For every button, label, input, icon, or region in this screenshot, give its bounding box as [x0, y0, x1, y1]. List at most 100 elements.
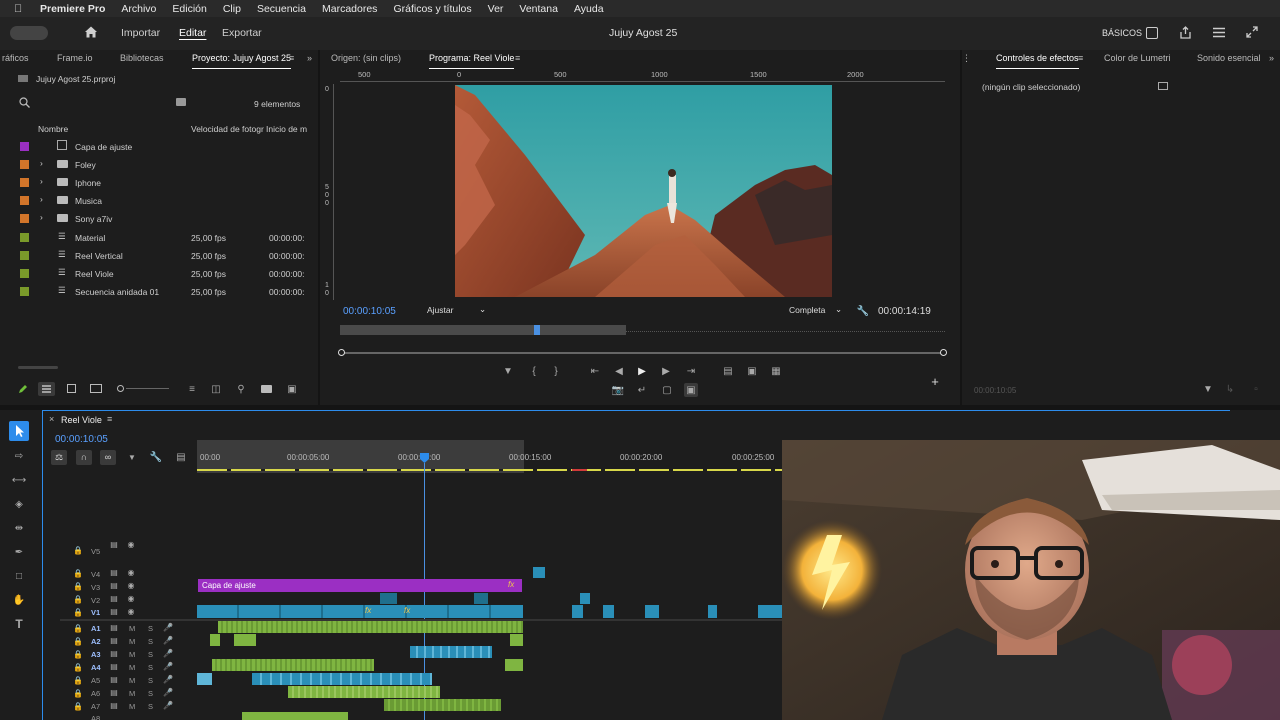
track-label-a7[interactable]: A7 — [91, 702, 100, 711]
monitor-playhead[interactable] — [534, 325, 540, 335]
mute-toggle[interactable]: M — [129, 663, 135, 672]
effects-more-icon[interactable]: » — [1269, 50, 1274, 67]
track-label-v2[interactable]: V2 — [91, 596, 100, 605]
label-color-swatch[interactable] — [20, 178, 29, 187]
track-lock-icon[interactable]: 🔒 — [73, 688, 83, 698]
microphone-icon[interactable]: 🎤 — [163, 687, 173, 697]
sync-lock-icon[interactable]: ▤ — [109, 567, 119, 577]
expand-chevron-icon[interactable]: › — [40, 194, 43, 204]
a5-clip[interactable] — [197, 673, 212, 685]
track-label-a4[interactable]: A4 — [91, 663, 101, 672]
a5-clip[interactable] — [252, 673, 432, 685]
a2-clip[interactable] — [234, 634, 256, 646]
timeline-marker-icon[interactable]: ▼ — [127, 452, 137, 462]
step-back-icon[interactable]: ◀ — [613, 365, 625, 377]
tab-sonido-esencial[interactable]: Sonido esencial — [1197, 50, 1261, 67]
track-lock-icon[interactable]: 🔒 — [73, 636, 83, 646]
mute-toggle[interactable]: M — [129, 689, 135, 698]
nav-importar[interactable]: Importar — [121, 17, 160, 50]
a8-clip[interactable] — [242, 712, 348, 720]
sync-lock-icon[interactable]: ▤ — [109, 661, 119, 671]
track-lock-icon[interactable]: 🔒 — [73, 607, 83, 617]
a3-clip[interactable] — [212, 659, 374, 671]
horizontal-scrollbar[interactable] — [18, 366, 58, 369]
timeline-timecode[interactable]: 00:00:10:05 — [55, 434, 108, 445]
track-select-tool-icon[interactable]: ⇨ — [11, 448, 27, 464]
fullscreen-icon[interactable] — [1246, 26, 1258, 38]
sync-lock-icon[interactable]: ▤ — [109, 622, 119, 632]
track-label-v4[interactable]: V4 — [91, 570, 100, 579]
mute-toggle[interactable]: M — [129, 637, 135, 646]
search-icon[interactable] — [19, 97, 30, 108]
razor-tool-icon[interactable]: ◈ — [11, 496, 27, 512]
tab-frameio[interactable]: Frame.io — [57, 50, 93, 67]
monitor-panel-menu-icon[interactable]: ≡ — [515, 50, 520, 67]
zoom-slider-track[interactable] — [126, 388, 169, 389]
tab-proyecto[interactable]: Proyecto: Jujuy Agost 25 — [192, 50, 292, 69]
timeline-settings-icon[interactable]: 🔧 — [150, 451, 162, 463]
workspace-icon[interactable] — [1146, 27, 1158, 39]
label-color-swatch[interactable] — [20, 196, 29, 205]
v1-clip[interactable] — [708, 605, 717, 618]
a3-clip[interactable] — [505, 659, 523, 671]
menu-ayuda[interactable]: Ayuda — [574, 3, 604, 15]
search-input[interactable] — [34, 95, 164, 109]
adjustment-layer-clip[interactable]: Capa de ajuste fx — [198, 579, 522, 592]
freeform-view-icon[interactable] — [90, 384, 102, 393]
menu-clip[interactable]: Clip — [223, 3, 241, 15]
mark-out-icon[interactable]: } — [551, 365, 561, 377]
go-to-out-icon[interactable]: ⇥ — [685, 365, 697, 377]
label-color-swatch[interactable] — [20, 142, 29, 151]
effects-overflow-icon[interactable]: ⋮ — [962, 50, 971, 67]
go-to-in-icon[interactable]: ⇤ — [589, 365, 601, 377]
track-label-v3[interactable]: V3 — [91, 583, 100, 592]
slip-tool-icon[interactable]: ⇹ — [11, 520, 27, 536]
menu-icon[interactable] — [1213, 27, 1225, 38]
microphone-icon[interactable]: 🎤 — [163, 648, 173, 658]
menu-app-name[interactable]: Premiere Pro — [40, 3, 105, 15]
snap-icon[interactable]: ∩ — [76, 450, 92, 465]
col-inicio[interactable]: Inicio de m — [266, 124, 307, 134]
hand-tool-icon[interactable]: ✋ — [11, 592, 27, 608]
v1-clip[interactable] — [572, 605, 583, 618]
overflow-chevron-icon[interactable]: » — [307, 50, 312, 67]
menu-ventana[interactable]: Ventana — [519, 3, 558, 15]
export-frame-icon[interactable]: 📷 — [612, 384, 624, 396]
solo-toggle[interactable]: S — [148, 650, 153, 659]
tab-controles-efectos[interactable]: Controles de efectos — [996, 50, 1079, 69]
expand-panel-icon[interactable]: ▫ — [1250, 383, 1262, 395]
solo-toggle[interactable]: S — [148, 637, 153, 646]
sequence-tab[interactable]: Reel Viole — [61, 415, 102, 425]
monitor-zoom-scrollbar[interactable] — [341, 352, 945, 354]
microphone-icon[interactable]: 🎤 — [163, 674, 173, 684]
lift-icon[interactable]: ▤ — [721, 365, 735, 377]
menu-graficos[interactable]: Gráficos y títulos — [393, 3, 471, 15]
solo-toggle[interactable]: S — [148, 689, 153, 698]
tab-lumetri[interactable]: Color de Lumetri — [1104, 50, 1171, 67]
share-icon[interactable] — [1179, 26, 1192, 39]
solo-toggle[interactable]: S — [148, 624, 153, 633]
mute-toggle[interactable]: M — [129, 624, 135, 633]
tab-programa[interactable]: Programa: Reel Viole — [429, 50, 515, 69]
label-color-swatch[interactable] — [20, 269, 29, 278]
fit-dropdown[interactable]: Ajustar ⌄ — [427, 304, 489, 318]
captions-icon[interactable]: ▤ — [175, 451, 187, 463]
multicam-icon[interactable]: ▣ — [684, 383, 698, 397]
sync-lock-icon[interactable]: ▤ — [109, 700, 119, 710]
solo-toggle[interactable]: S — [148, 676, 153, 685]
v2-clip[interactable] — [380, 593, 397, 604]
v4-clip[interactable] — [533, 567, 545, 578]
program-current-timecode[interactable]: 00:00:10:05 — [343, 306, 396, 317]
compare-icon[interactable]: ▦ — [769, 365, 783, 377]
v2-clip[interactable] — [580, 593, 590, 604]
menu-secuencia[interactable]: Secuencia — [257, 3, 306, 15]
insert-icon[interactable]: ↵ — [636, 384, 648, 396]
a2-clip[interactable] — [410, 646, 492, 658]
toggle-timeline-icon[interactable] — [1158, 82, 1168, 90]
track-lock-icon[interactable]: 🔒 — [73, 581, 83, 591]
icon-view-icon[interactable] — [67, 384, 76, 393]
solo-toggle[interactable]: S — [148, 663, 153, 672]
track-lock-icon[interactable]: 🔒 — [73, 649, 83, 659]
menu-ver[interactable]: Ver — [488, 3, 504, 15]
menu-edicion[interactable]: Edición — [172, 3, 206, 15]
